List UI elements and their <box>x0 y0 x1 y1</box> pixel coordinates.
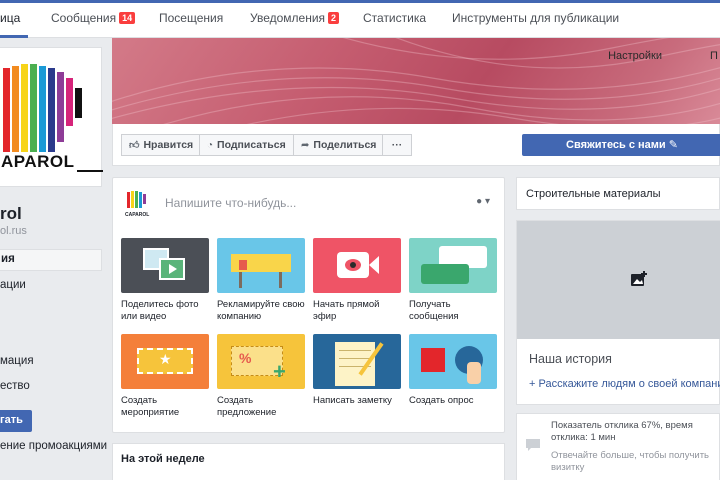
subscribe-button[interactable]: ◔ Подписаться <box>199 134 294 156</box>
mini-elephant-logo <box>127 191 146 208</box>
tile-share-photo[interactable]: Поделитесь фото или видео <box>121 238 209 323</box>
page-title: rol <box>0 204 22 223</box>
cover-photo[interactable]: Настройки П <box>112 38 720 124</box>
help-link[interactable]: П <box>710 50 720 62</box>
page-category[interactable]: Строительные материалы <box>526 188 661 200</box>
pencil-icon: ✎ <box>668 139 678 151</box>
messages-badge: 14 <box>119 12 136 24</box>
page-action-bar: 👍︎ Нравится ◔ Подписаться ➦ Поделиться ··· … <box>112 124 720 166</box>
category-card: Строительные материалы <box>516 177 720 210</box>
promote-button[interactable]: гать <box>0 410 32 432</box>
settings-link[interactable]: Настройки <box>608 50 662 62</box>
contact-us-button[interactable]: Свяжитесь с нами ✎ <box>522 134 720 156</box>
photo-video-icon <box>121 238 209 293</box>
top-navigation: ица Сообщения 14 Посещения Уведомления 2 С… <box>0 0 720 38</box>
notifications-badge: 2 <box>328 12 340 24</box>
left-nav-home[interactable]: ия <box>0 249 102 271</box>
live-camera-icon <box>313 238 401 293</box>
active-tab-indicator <box>0 35 28 38</box>
this-week-card: На этой неделе <box>112 443 505 480</box>
notepad-icon <box>313 334 401 389</box>
tile-write-note[interactable]: Написать заметку <box>313 334 401 407</box>
left-nav-info[interactable]: ации <box>0 279 26 291</box>
response-hint-text: Отвечайте больше, чтобы получить визитку <box>551 450 710 473</box>
like-button[interactable]: 👍︎ Нравится <box>121 134 202 156</box>
post-composer: CAPAROL Напишите что-нибудь... ● ▾ Подел… <box>112 177 505 433</box>
top-accent-line <box>0 0 720 3</box>
add-photo-icon <box>631 271 647 286</box>
thumbs-up-icon: 👍︎ <box>129 140 140 151</box>
story-title: Наша история <box>529 352 612 366</box>
tile-create-event[interactable]: ★ Создать мероприятие <box>121 334 209 419</box>
share-button[interactable]: ➦ Поделиться <box>293 134 385 156</box>
story-image-placeholder[interactable] <box>517 221 720 339</box>
globe-icon: ● <box>476 196 483 207</box>
share-arrow-icon: ➦ <box>301 140 310 151</box>
response-rate-card: Показатель отклика 67%, время отклика: 1… <box>516 413 720 480</box>
composer-avatar: CAPAROL <box>123 190 151 218</box>
rss-icon: ◔ <box>207 140 214 151</box>
audience-selector[interactable]: ● ▾ <box>476 196 490 207</box>
our-story-card[interactable]: Наша история + Расскажите людям о своей … <box>516 220 720 405</box>
coupon-icon: % + <box>217 334 305 389</box>
tile-create-offer[interactable]: % + Создать предложение <box>217 334 305 419</box>
manage-promotions-link[interactable]: ение промоакциями <box>0 440 107 452</box>
tab-statistics[interactable]: Статистика <box>363 11 426 25</box>
tell-story-link[interactable]: + Расскажите людям о своей компании <box>529 378 720 390</box>
poll-icon <box>409 334 497 389</box>
ticket-icon: ★ <box>121 334 209 389</box>
tab-notifications[interactable]: Уведомления 2 <box>250 11 340 25</box>
tab-visits[interactable]: Посещения <box>159 11 223 25</box>
tile-get-messages[interactable]: Получать сообщения <box>409 238 497 323</box>
profile-picture[interactable]: APAROL <box>0 47 103 187</box>
logo-wordmark: APAROL <box>0 152 77 172</box>
billboard-icon <box>217 238 305 293</box>
chat-bubbles-icon <box>409 238 497 293</box>
tab-messages[interactable]: Сообщения 14 <box>51 11 136 25</box>
speech-bubble-icon <box>526 439 540 451</box>
tab-page[interactable]: ица <box>0 11 20 25</box>
page-username[interactable]: ol.rus <box>0 225 27 237</box>
this-week-title: На этой неделе <box>121 453 205 465</box>
response-rate-text: Показатель отклика 67%, время отклика: 1… <box>551 420 693 443</box>
composer-input[interactable]: Напишите что-нибудь... <box>165 196 296 210</box>
left-nav-services[interactable]: мация <box>0 355 34 367</box>
left-nav-community[interactable]: ество <box>0 380 30 392</box>
tab-publishing-tools[interactable]: Инструменты для публикации <box>452 11 619 25</box>
caret-down-icon: ▾ <box>484 196 490 207</box>
tile-advertise[interactable]: Рекламируйте свою компанию <box>217 238 305 323</box>
tile-go-live[interactable]: Начать прямой эфир <box>313 238 401 323</box>
more-options-button[interactable]: ··· <box>382 134 412 156</box>
tile-create-poll[interactable]: Создать опрос <box>409 334 497 407</box>
